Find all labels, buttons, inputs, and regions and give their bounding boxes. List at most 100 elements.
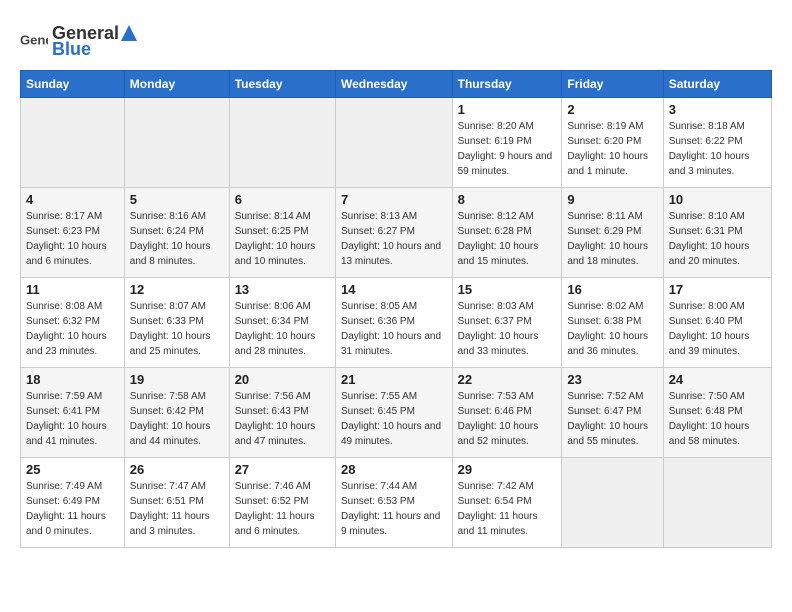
day-info: Sunrise: 8:06 AMSunset: 6:34 PMDaylight:… — [235, 299, 330, 359]
day-cell: 17 Sunrise: 8:00 AMSunset: 6:40 PMDayligh… — [663, 277, 771, 367]
day-number: 7 — [341, 192, 447, 207]
week-row-4: 18 Sunrise: 7:59 AMSunset: 6:41 PMDayligh… — [21, 367, 772, 457]
day-info: Sunrise: 8:12 AMSunset: 6:28 PMDaylight:… — [458, 209, 557, 269]
day-info: Sunrise: 8:02 AMSunset: 6:38 PMDaylight:… — [567, 299, 657, 359]
day-cell: 13 Sunrise: 8:06 AMSunset: 6:34 PMDayligh… — [229, 277, 335, 367]
week-row-3: 11 Sunrise: 8:08 AMSunset: 6:32 PMDayligh… — [21, 277, 772, 367]
day-cell: 19 Sunrise: 7:58 AMSunset: 6:42 PMDayligh… — [124, 367, 229, 457]
col-header-saturday: Saturday — [663, 70, 771, 97]
day-cell: 11 Sunrise: 8:08 AMSunset: 6:32 PMDayligh… — [21, 277, 125, 367]
day-cell — [562, 457, 663, 547]
day-info: Sunrise: 7:42 AMSunset: 6:54 PMDaylight:… — [458, 479, 557, 539]
day-number: 15 — [458, 282, 557, 297]
day-info: Sunrise: 8:17 AMSunset: 6:23 PMDaylight:… — [26, 209, 119, 269]
day-cell: 29 Sunrise: 7:42 AMSunset: 6:54 PMDayligh… — [452, 457, 562, 547]
day-number: 23 — [567, 372, 657, 387]
day-cell — [335, 97, 452, 187]
day-cell: 8Sunrise: 8:12 AMSunset: 6:28 PMDaylight… — [452, 187, 562, 277]
day-cell: 2 Sunrise: 8:19 AMSunset: 6:20 PMDaylight… — [562, 97, 663, 187]
day-number: 20 — [235, 372, 330, 387]
day-info: Sunrise: 7:58 AMSunset: 6:42 PMDaylight:… — [130, 389, 224, 449]
day-number: 5 — [130, 192, 224, 207]
day-info: Sunrise: 8:03 AMSunset: 6:37 PMDaylight:… — [458, 299, 557, 359]
day-number: 11 — [26, 282, 119, 297]
day-number: 14 — [341, 282, 447, 297]
day-number: 21 — [341, 372, 447, 387]
day-number: 12 — [130, 282, 224, 297]
day-number: 16 — [567, 282, 657, 297]
day-info: Sunrise: 7:59 AMSunset: 6:41 PMDaylight:… — [26, 389, 119, 449]
day-number: 24 — [669, 372, 766, 387]
day-number: 27 — [235, 462, 330, 477]
week-row-1: 1 Sunrise: 8:20 AMSunset: 6:19 PMDaylight… — [21, 97, 772, 187]
day-number: 4 — [26, 192, 119, 207]
week-row-5: 25 Sunrise: 7:49 AMSunset: 6:49 PMDayligh… — [21, 457, 772, 547]
day-info: Sunrise: 8:13 AMSunset: 6:27 PMDaylight:… — [341, 209, 447, 269]
header: General General Blue — [20, 20, 772, 60]
logo-triangle-icon — [120, 24, 138, 42]
day-number: 18 — [26, 372, 119, 387]
day-info: Sunrise: 7:50 AMSunset: 6:48 PMDaylight:… — [669, 389, 766, 449]
day-number: 19 — [130, 372, 224, 387]
day-cell: 20 Sunrise: 7:56 AMSunset: 6:43 PMDayligh… — [229, 367, 335, 457]
day-info: Sunrise: 8:19 AMSunset: 6:20 PMDaylight:… — [567, 119, 657, 179]
day-cell: 4 Sunrise: 8:17 AMSunset: 6:23 PMDaylight… — [21, 187, 125, 277]
day-cell — [21, 97, 125, 187]
day-cell: 9Sunrise: 8:11 AMSunset: 6:29 PMDaylight… — [562, 187, 663, 277]
day-cell — [229, 97, 335, 187]
day-info: Sunrise: 8:00 AMSunset: 6:40 PMDaylight:… — [669, 299, 766, 359]
day-number: 9 — [567, 192, 657, 207]
day-info: Sunrise: 7:52 AMSunset: 6:47 PMDaylight:… — [567, 389, 657, 449]
week-row-2: 4 Sunrise: 8:17 AMSunset: 6:23 PMDaylight… — [21, 187, 772, 277]
day-cell: 25 Sunrise: 7:49 AMSunset: 6:49 PMDayligh… — [21, 457, 125, 547]
day-info: Sunrise: 8:14 AMSunset: 6:25 PMDaylight:… — [235, 209, 330, 269]
day-cell: 27Sunrise: 7:46 AMSunset: 6:52 PMDayligh… — [229, 457, 335, 547]
day-cell: 3 Sunrise: 8:18 AMSunset: 6:22 PMDaylight… — [663, 97, 771, 187]
day-number: 26 — [130, 462, 224, 477]
day-cell: 5 Sunrise: 8:16 AMSunset: 6:24 PMDaylight… — [124, 187, 229, 277]
day-cell: 23 Sunrise: 7:52 AMSunset: 6:47 PMDayligh… — [562, 367, 663, 457]
calendar-table: SundayMondayTuesdayWednesdayThursdayFrid… — [20, 70, 772, 548]
day-info: Sunrise: 8:08 AMSunset: 6:32 PMDaylight:… — [26, 299, 119, 359]
day-number: 29 — [458, 462, 557, 477]
day-cell — [663, 457, 771, 547]
day-info: Sunrise: 7:53 AMSunset: 6:46 PMDaylight:… — [458, 389, 557, 449]
day-info: Sunrise: 8:20 AMSunset: 6:19 PMDaylight:… — [458, 119, 557, 179]
day-cell: 10Sunrise: 8:10 AMSunset: 6:31 PMDayligh… — [663, 187, 771, 277]
day-number: 1 — [458, 102, 557, 117]
day-number: 13 — [235, 282, 330, 297]
day-number: 28 — [341, 462, 447, 477]
day-info: Sunrise: 7:56 AMSunset: 6:43 PMDaylight:… — [235, 389, 330, 449]
day-cell — [124, 97, 229, 187]
day-number: 25 — [26, 462, 119, 477]
col-header-wednesday: Wednesday — [335, 70, 452, 97]
day-info: Sunrise: 7:49 AMSunset: 6:49 PMDaylight:… — [26, 479, 119, 539]
day-cell: 14 Sunrise: 8:05 AMSunset: 6:36 PMDayligh… — [335, 277, 452, 367]
col-header-tuesday: Tuesday — [229, 70, 335, 97]
day-cell: 21 Sunrise: 7:55 AMSunset: 6:45 PMDayligh… — [335, 367, 452, 457]
col-header-friday: Friday — [562, 70, 663, 97]
day-info: Sunrise: 8:05 AMSunset: 6:36 PMDaylight:… — [341, 299, 447, 359]
day-cell: 16 Sunrise: 8:02 AMSunset: 6:38 PMDayligh… — [562, 277, 663, 367]
calendar-body: 1 Sunrise: 8:20 AMSunset: 6:19 PMDaylight… — [21, 97, 772, 547]
day-number: 22 — [458, 372, 557, 387]
day-number: 3 — [669, 102, 766, 117]
logo: General General Blue — [20, 20, 139, 60]
day-info: Sunrise: 8:16 AMSunset: 6:24 PMDaylight:… — [130, 209, 224, 269]
day-cell: 15 Sunrise: 8:03 AMSunset: 6:37 PMDayligh… — [452, 277, 562, 367]
day-info: Sunrise: 7:55 AMSunset: 6:45 PMDaylight:… — [341, 389, 447, 449]
day-info: Sunrise: 8:18 AMSunset: 6:22 PMDaylight:… — [669, 119, 766, 179]
logo-icon: General — [20, 26, 48, 54]
day-info: Sunrise: 7:47 AMSunset: 6:51 PMDaylight:… — [130, 479, 224, 539]
day-number: 17 — [669, 282, 766, 297]
day-cell: 22 Sunrise: 7:53 AMSunset: 6:46 PMDayligh… — [452, 367, 562, 457]
day-cell: 26 Sunrise: 7:47 AMSunset: 6:51 PMDayligh… — [124, 457, 229, 547]
day-cell: 12Sunrise: 8:07 AMSunset: 6:33 PMDayligh… — [124, 277, 229, 367]
column-headers: SundayMondayTuesdayWednesdayThursdayFrid… — [21, 70, 772, 97]
col-header-thursday: Thursday — [452, 70, 562, 97]
day-number: 2 — [567, 102, 657, 117]
day-cell: 7 Sunrise: 8:13 AMSunset: 6:27 PMDaylight… — [335, 187, 452, 277]
day-cell: 28Sunrise: 7:44 AMSunset: 6:53 PMDayligh… — [335, 457, 452, 547]
col-header-monday: Monday — [124, 70, 229, 97]
day-cell: 1 Sunrise: 8:20 AMSunset: 6:19 PMDaylight… — [452, 97, 562, 187]
